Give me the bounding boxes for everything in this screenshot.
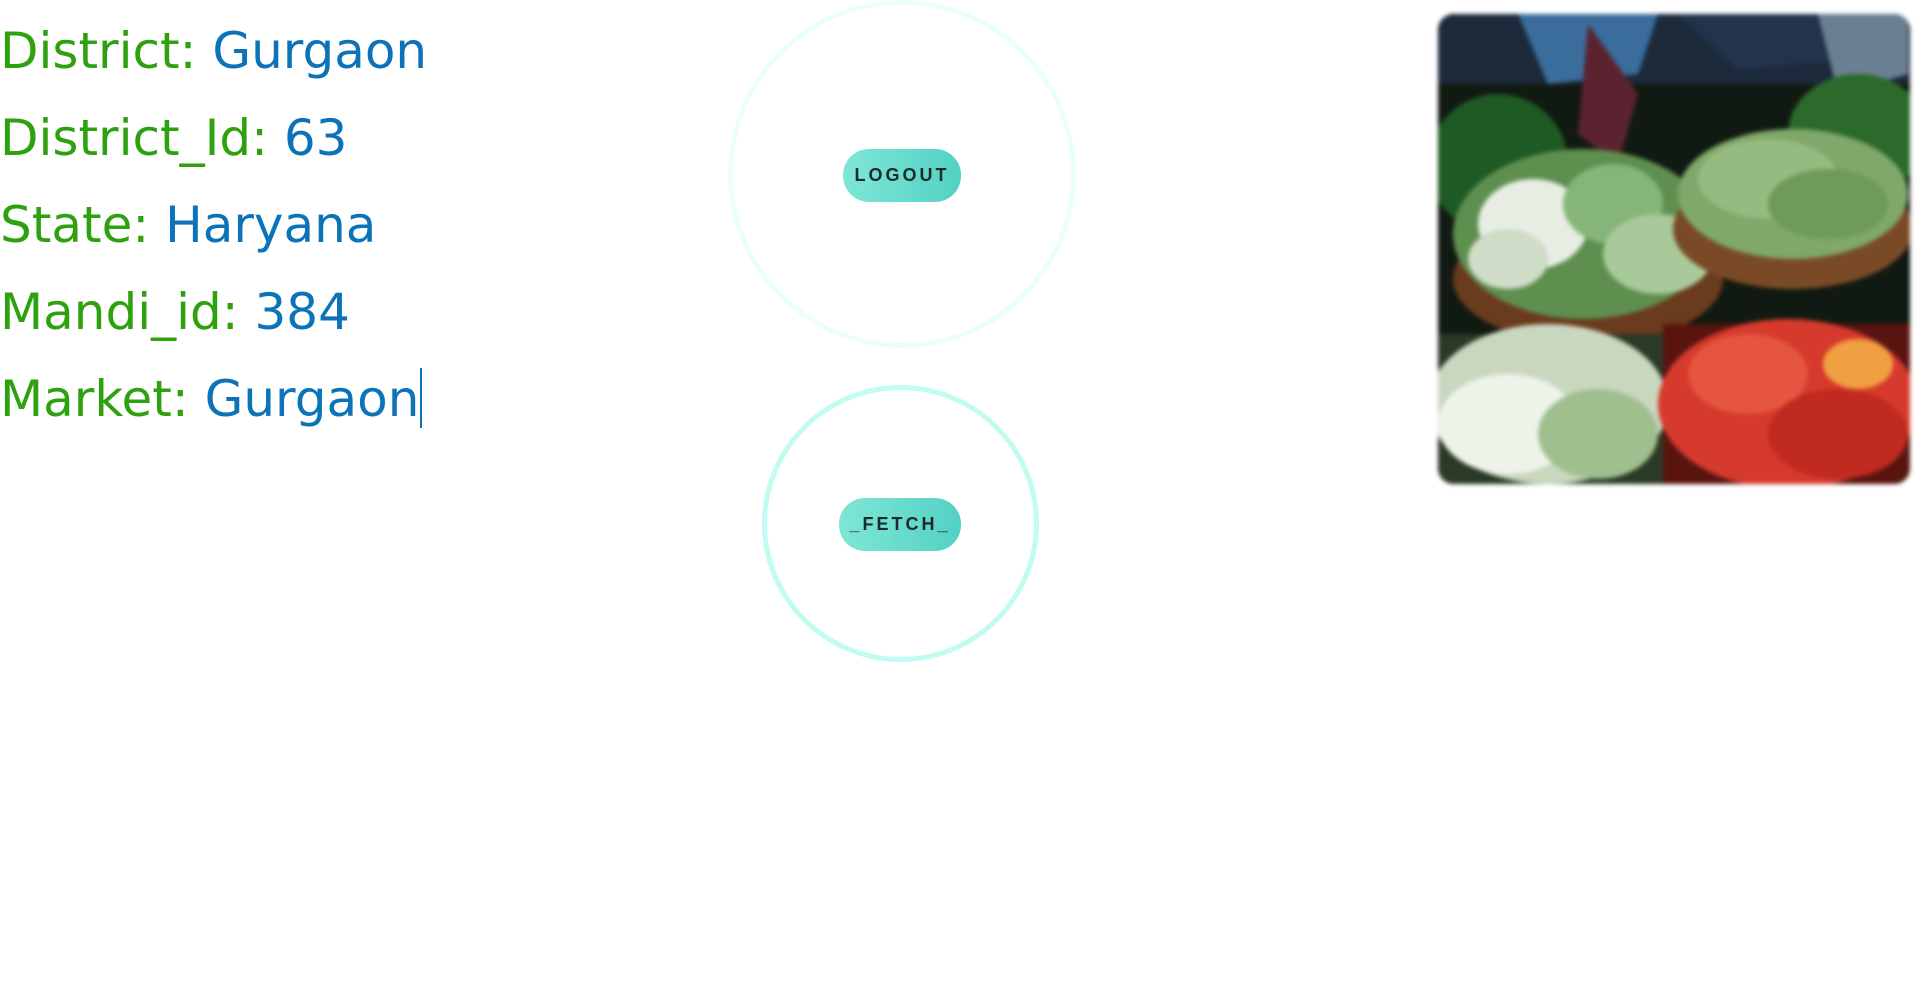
vegetable-market-illustration xyxy=(1438,14,1910,484)
vegetable-market-image xyxy=(1438,14,1910,484)
logout-button[interactable]: LOGOUT xyxy=(843,149,961,202)
market-value: Gurgaon xyxy=(204,370,420,428)
mandi-details: District: Gurgaon District_Id: 63 State:… xyxy=(0,8,427,443)
mandi-id-label: Mandi_id: xyxy=(0,283,255,341)
market-row[interactable]: Market: Gurgaon xyxy=(0,356,427,443)
district-value: Gurgaon xyxy=(212,22,428,80)
district-id-value: 63 xyxy=(283,109,348,167)
market-label: Market: xyxy=(0,370,205,428)
text-caret xyxy=(420,368,423,428)
district-label: District: xyxy=(0,22,213,80)
district-row: District: Gurgaon xyxy=(0,8,427,95)
state-row: State: Haryana xyxy=(0,182,427,269)
mandi-id-value: 384 xyxy=(254,283,350,341)
district-id-row: District_Id: 63 xyxy=(0,95,427,182)
state-label: State: xyxy=(0,196,166,254)
fetch-button[interactable]: _FETCH_ xyxy=(839,498,961,551)
district-id-label: District_Id: xyxy=(0,109,284,167)
state-value: Haryana xyxy=(165,196,377,254)
mandi-id-row: Mandi_id: 384 xyxy=(0,269,427,356)
